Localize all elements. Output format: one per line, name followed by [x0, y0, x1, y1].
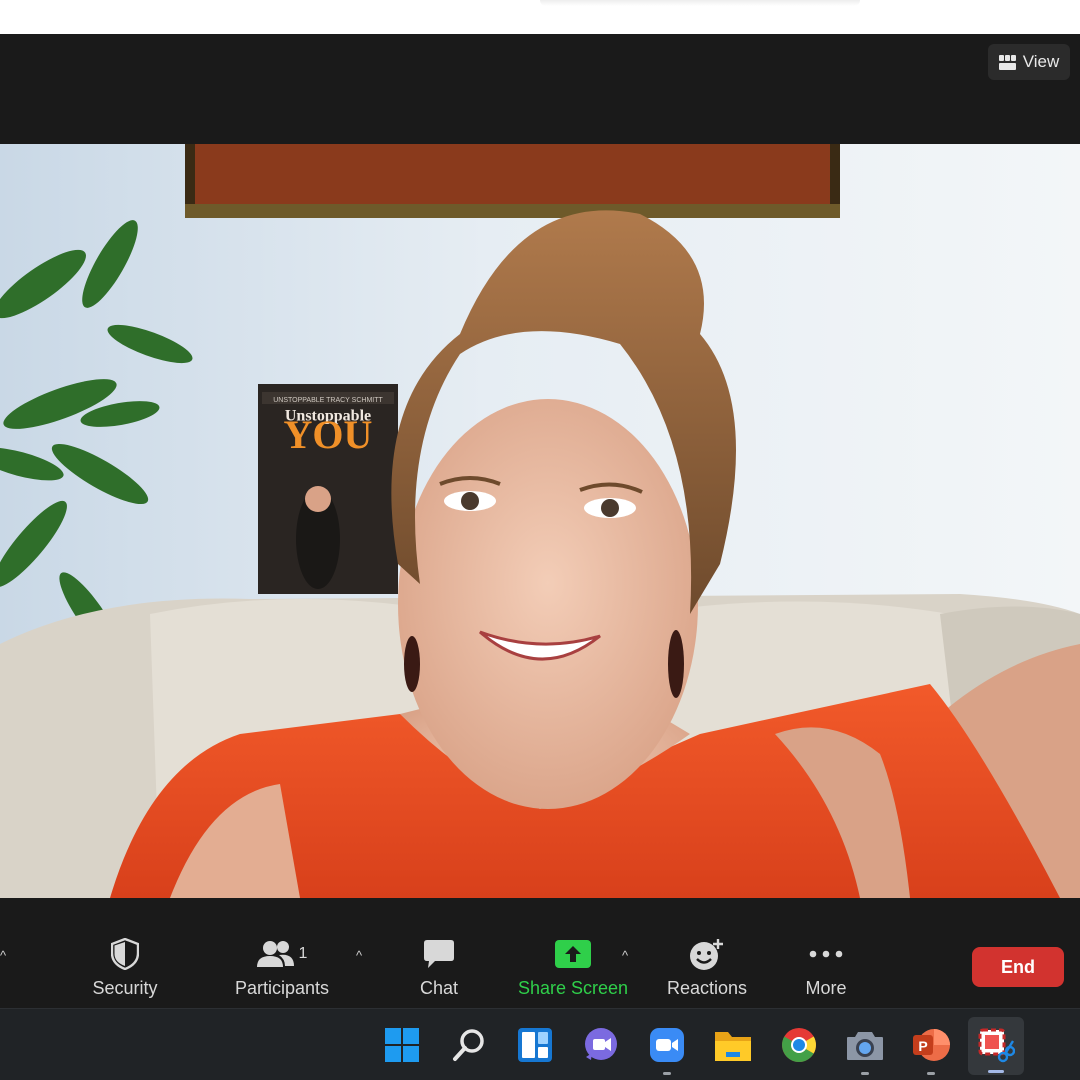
participants-count: 1 — [298, 945, 308, 962]
start-icon[interactable] — [382, 1025, 422, 1065]
more-button[interactable]: More — [751, 936, 901, 999]
widgets-icon[interactable] — [515, 1025, 555, 1065]
book-cover: UNSTOPPABLE TRACY SCHMITT Unstoppable YO… — [258, 384, 398, 594]
meeting-toolbar: ^ Security 1 Participants ^ Chat Share S… — [0, 898, 1080, 1008]
more-icon — [809, 950, 843, 958]
view-button[interactable]: View — [988, 44, 1070, 80]
chat-button[interactable]: Chat — [364, 936, 514, 999]
windows-taskbar: P — [0, 1008, 1080, 1080]
share-options-caret[interactable]: ^ — [622, 948, 628, 963]
search-icon[interactable] — [449, 1025, 489, 1065]
security-label: Security — [92, 978, 158, 998]
participants-icon — [256, 941, 294, 967]
snipping-tool-icon[interactable] — [968, 1017, 1024, 1075]
camera-icon[interactable] — [845, 1025, 885, 1075]
view-label: View — [1022, 52, 1060, 71]
grid-view-icon — [998, 54, 1016, 70]
more-label: More — [805, 978, 847, 998]
share-screen-label: Share Screen — [517, 978, 629, 998]
top-strip-shadow — [540, 0, 860, 6]
share-screen-icon — [555, 940, 591, 968]
reactions-icon — [690, 939, 723, 970]
chrome-icon[interactable] — [779, 1025, 819, 1065]
audio-options-caret[interactable]: ^ — [0, 948, 6, 963]
chat-label: Chat — [419, 978, 459, 998]
zoom-icon[interactable] — [647, 1025, 687, 1075]
zoom-running-indicator — [663, 1072, 671, 1075]
svg-text:YOU: YOU — [284, 412, 373, 457]
top-strip — [0, 0, 1080, 34]
svg-text:UNSTOPPABLE TRACY SCHMITT: UNSTOPPABLE TRACY SCHMITT — [273, 397, 383, 404]
svg-text:P: P — [918, 1038, 927, 1054]
participant-video: UNSTOPPABLE TRACY SCHMITT Unstoppable YO… — [0, 144, 1080, 898]
participants-options-caret[interactable]: ^ — [356, 948, 362, 963]
camera-running-indicator — [861, 1072, 869, 1075]
participants-button[interactable]: 1 Participants — [207, 936, 357, 999]
reactions-label: Reactions — [666, 978, 748, 998]
file-explorer-icon[interactable] — [713, 1025, 753, 1065]
end-meeting-button[interactable]: End — [972, 947, 1064, 987]
shield-icon — [111, 938, 139, 970]
teams-chat-icon[interactable] — [581, 1025, 621, 1065]
powerpoint-icon[interactable]: P — [911, 1025, 951, 1075]
participants-label: Participants — [234, 978, 330, 998]
powerpoint-running-indicator — [927, 1072, 935, 1075]
security-button[interactable]: Security — [50, 936, 200, 999]
snipping-tool-active-indicator — [988, 1070, 1004, 1073]
video-frame: UNSTOPPABLE TRACY SCHMITT Unstoppable YO… — [0, 144, 1080, 898]
meeting-header: View — [0, 34, 1080, 144]
share-screen-button[interactable]: Share Screen — [498, 936, 648, 999]
chat-icon — [424, 940, 454, 968]
